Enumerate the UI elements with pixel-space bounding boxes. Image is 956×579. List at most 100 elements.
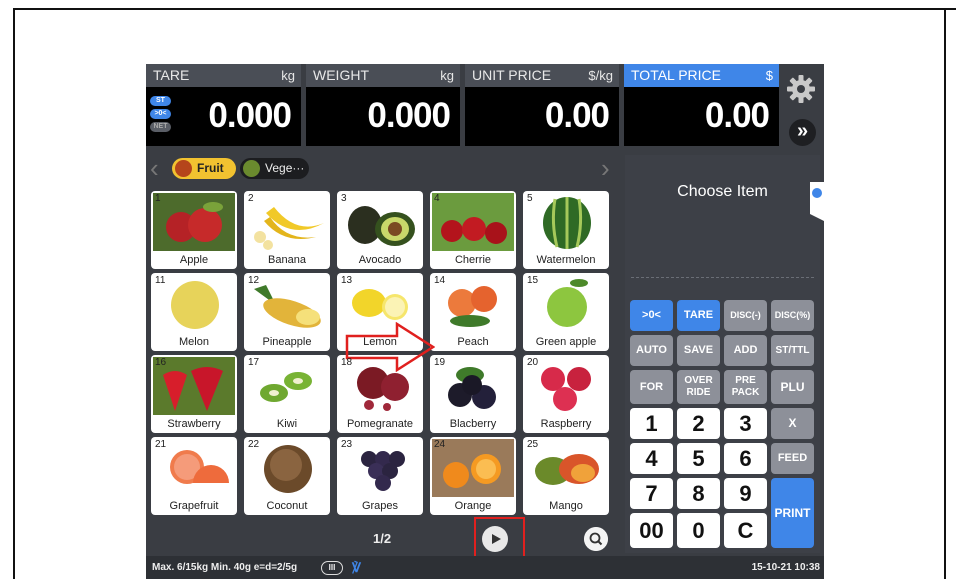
item-cell[interactable]: 1 Apple	[151, 191, 237, 269]
weight-label: WEIGHT	[313, 67, 369, 83]
key-9[interactable]: 9	[724, 478, 767, 509]
item-cell[interactable]: 4 Cherrie	[430, 191, 516, 269]
tare-key[interactable]: TARE	[677, 300, 720, 331]
choose-item-label: Choose Item	[677, 183, 768, 200]
vegetable-icon	[243, 160, 260, 177]
item-cell[interactable]: 3 Avocado	[337, 191, 423, 269]
item-cell[interactable]: 12 Pineapple	[244, 273, 330, 351]
item-cell[interactable]: 24 Orange	[430, 437, 516, 515]
category-chip-fruit[interactable]: Fruit	[172, 158, 236, 179]
chevron-right-icon[interactable]: ›	[601, 155, 610, 181]
item-number: 4	[434, 193, 440, 204]
item-cell[interactable]: 15 Green apple	[523, 273, 609, 351]
key-3[interactable]: 3	[724, 408, 767, 439]
item-name: Grapes	[361, 500, 399, 512]
item-number: 20	[527, 357, 539, 368]
chevron-double-right-icon[interactable]: »	[789, 119, 816, 146]
category-chip-vegetable[interactable]: Vege···	[240, 158, 309, 179]
item-cell[interactable]: 25 Mango	[523, 437, 609, 515]
accuracy-class-badge: III	[321, 561, 343, 575]
item-cell[interactable]: 16 Strawberry	[151, 355, 237, 433]
item-cell[interactable]: 11 Melon	[151, 273, 237, 351]
arrow-annotation	[345, 322, 435, 372]
item-number: 19	[434, 357, 446, 368]
tare-display: TARE kg ST >0< NET 0.000	[146, 64, 301, 146]
item-name: Grapefruit	[169, 500, 219, 512]
item-cell[interactable]: 5 Watermelon	[523, 191, 609, 269]
watermelon-icon	[543, 197, 591, 249]
item-name: Blacberry	[449, 418, 497, 430]
item-number: 22	[248, 439, 260, 450]
print-key[interactable]: PRINT	[771, 478, 814, 548]
disc-percent-key[interactable]: DISC(%)	[771, 300, 814, 331]
unit-price-unit: $/kg	[588, 68, 613, 83]
key-5[interactable]: 5	[677, 443, 720, 474]
key-0[interactable]: 0	[677, 513, 720, 548]
key-7[interactable]: 7	[630, 478, 673, 509]
item-cell[interactable]: 19 Blacberry	[430, 355, 516, 433]
item-name: Strawberry	[167, 418, 221, 430]
frame-border-left	[13, 8, 15, 579]
item-cell[interactable]: 22 Coconut	[244, 437, 330, 515]
for-key[interactable]: FOR	[630, 370, 673, 404]
unit-price-value: 0.00	[544, 96, 610, 135]
prepack-key[interactable]: PRE PACK	[724, 370, 767, 404]
plu-key[interactable]: PLU	[771, 370, 814, 404]
zero-indicator: >0<	[150, 109, 171, 119]
key-1[interactable]: 1	[630, 408, 673, 439]
item-number: 2	[248, 193, 254, 204]
total-price-label: TOTAL PRICE	[631, 67, 721, 83]
item-name: Peach	[457, 336, 489, 348]
tare-unit: kg	[281, 68, 295, 83]
save-key[interactable]: SAVE	[677, 335, 720, 366]
item-cell[interactable]: 17 Kiwi	[244, 355, 330, 433]
key-6[interactable]: 6	[724, 443, 767, 474]
key-00[interactable]: 00	[630, 513, 673, 548]
search-icon[interactable]	[584, 527, 608, 551]
item-name: Watermelon	[536, 254, 596, 266]
key-2[interactable]: 2	[677, 408, 720, 439]
feed-key[interactable]: FEED	[771, 443, 814, 474]
key-8[interactable]: 8	[677, 478, 720, 509]
item-cell[interactable]: 21 Grapefruit	[151, 437, 237, 515]
category-label: Vege···	[265, 161, 305, 175]
net-indicator: NET	[150, 122, 171, 132]
page-indicator: 1/2	[373, 531, 392, 546]
category-label: Fruit	[197, 161, 224, 175]
auto-key[interactable]: AUTO	[630, 335, 673, 366]
chevron-left-icon[interactable]: ‹	[150, 155, 159, 181]
item-name: Cherrie	[454, 254, 492, 266]
prepack-line-2: PACK	[731, 387, 760, 398]
item-cell[interactable]: 2 Banana	[244, 191, 330, 269]
disc-minus-key[interactable]: DISC(-)	[724, 300, 767, 331]
key-4[interactable]: 4	[630, 443, 673, 474]
override-key[interactable]: OVER RIDE	[677, 370, 720, 404]
total-price-display: TOTAL PRICE $ 0.00	[624, 64, 779, 146]
item-number: 13	[341, 275, 353, 286]
weight-unit: kg	[440, 68, 454, 83]
add-key[interactable]: ADD	[724, 335, 767, 366]
item-number: 1	[155, 193, 161, 204]
item-number: 24	[434, 439, 446, 450]
item-number: 16	[155, 357, 167, 368]
weight-display: WEIGHT kg 0.000	[306, 64, 460, 146]
item-name: Banana	[268, 254, 306, 266]
item-number: 3	[341, 193, 347, 204]
signal-icon: ℣	[352, 560, 361, 575]
item-cell[interactable]: 14 Peach	[430, 273, 516, 351]
multiply-key[interactable]: X	[771, 408, 814, 439]
item-name: Orange	[454, 500, 492, 512]
scale-screen: TARE kg ST >0< NET 0.000 WEIGHT kg 0.000 U…	[146, 64, 824, 579]
item-name: Coconut	[266, 500, 308, 512]
category-bar: ‹ Fruit Vege··· ›	[146, 151, 620, 185]
st-ttl-key[interactable]: ST/TTL	[771, 335, 814, 366]
apple-icon	[153, 193, 235, 251]
fruit-icon	[175, 160, 192, 177]
item-cell[interactable]: 23 Grapes	[337, 437, 423, 515]
zero-key[interactable]: >0<	[630, 300, 673, 331]
item-name: Mango	[549, 500, 583, 512]
clear-key[interactable]: C	[724, 513, 767, 548]
item-cell[interactable]: 20 Raspberry	[523, 355, 609, 433]
gear-icon[interactable]	[786, 74, 816, 104]
item-number: 15	[527, 275, 539, 286]
